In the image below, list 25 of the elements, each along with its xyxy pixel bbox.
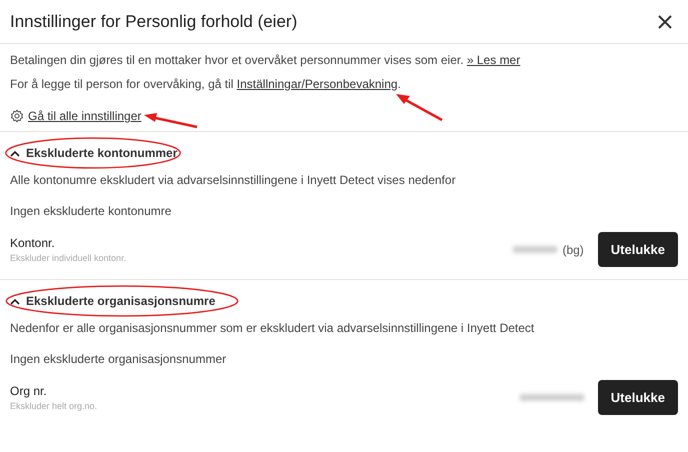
exclude-button[interactable]: Utelukke bbox=[598, 232, 678, 267]
annotation-arrow bbox=[394, 92, 444, 122]
all-settings-link[interactable]: Gå til alle innstillinger bbox=[28, 109, 142, 123]
annotation-arrow bbox=[143, 112, 199, 130]
chevron-icon bbox=[10, 150, 20, 156]
settings-icon bbox=[10, 109, 24, 123]
field-hint: Ekskluder individuell kontonr. bbox=[10, 253, 128, 263]
info-text: Betalingen din gjøres til en mottaker hvor et overvåket personnummer vises som eier. » Les mer bbox=[10, 54, 522, 67]
section-description: Alle kontonumre ekskludert via advarselsinnstillingene i Inyett Detect vises nedenfor bbox=[10, 173, 457, 187]
empty-message: Ingen ekskluderte kontonumre bbox=[10, 204, 172, 218]
close-icon[interactable] bbox=[656, 12, 674, 30]
field-hint: Ekskluder helt org.no. bbox=[10, 401, 98, 411]
chevron-icon bbox=[10, 298, 20, 304]
redacted-value bbox=[520, 394, 584, 401]
settings-path-link[interactable]: Inställningar/Personbevakning bbox=[236, 77, 398, 91]
section-description: Nedenfor er alle organisasjonsnummer som er ekskludert via advarselsinnstillingene i Inyett Detect bbox=[10, 321, 536, 335]
read-more-link[interactable]: » Les mer bbox=[466, 53, 520, 67]
field-label: Org nr. bbox=[10, 384, 48, 398]
info-text: For å legge til person for overvåking, gå til Inställningar/Personbevakning. bbox=[10, 78, 402, 91]
field-label: Kontonr. bbox=[10, 236, 56, 250]
value-suffix: (bg) bbox=[562, 242, 584, 256]
empty-message: Ingen ekskluderte organisasjonsnummer bbox=[10, 352, 228, 366]
dialog-title: Innstillinger for Personlig forhold (eier) bbox=[10, 12, 298, 32]
exclude-button[interactable]: Utelukke bbox=[598, 380, 678, 415]
redacted-value bbox=[513, 246, 558, 253]
